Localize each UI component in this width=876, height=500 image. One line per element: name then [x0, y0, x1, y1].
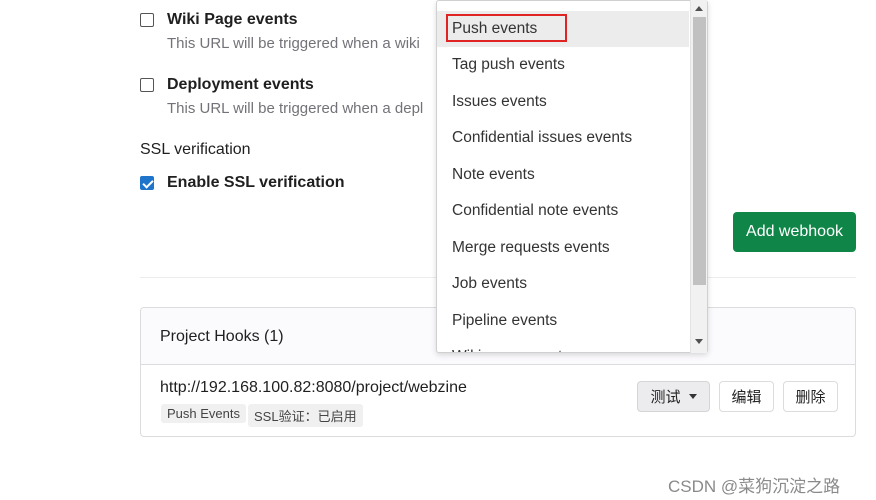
delete-hook-button[interactable]: 删除 [783, 381, 838, 412]
test-button-label: 测试 [650, 389, 681, 406]
dropdown-option-issues-events[interactable]: Issues events [437, 84, 689, 120]
dropdown-option-note-events[interactable]: Note events [437, 157, 689, 193]
wiki-page-events-label: Wiki Page events [167, 11, 298, 28]
ssl-verification-heading: SSL verification [140, 141, 251, 158]
dropdown-option-job-events[interactable]: Job events [437, 266, 689, 302]
deployment-events-checkbox[interactable] [140, 78, 154, 92]
wiki-page-events-help: This URL will be triggered when a wiki [167, 35, 420, 52]
enable-ssl-label: Enable SSL verification [167, 174, 345, 191]
deployment-events-help: This URL will be triggered when a depl [167, 100, 424, 117]
scroll-up-arrow-icon[interactable] [695, 6, 703, 11]
dropdown-option-confidential-issues-events[interactable]: Confidential issues events [437, 120, 689, 156]
enable-ssl-checkbox[interactable] [140, 176, 154, 190]
hook-url: http://192.168.100.82:8080/project/webzi… [160, 379, 467, 396]
push-events-badge: Push Events [161, 404, 246, 423]
add-webhook-button[interactable]: Add webhook [733, 212, 856, 252]
wiki-page-events-checkbox[interactable] [140, 13, 154, 27]
edit-hook-button[interactable]: 编辑 [719, 381, 774, 412]
dropdown-option-merge-requests-events[interactable]: Merge requests events [437, 230, 689, 266]
ssl-enabled-badge: SSL验证：已启用 [248, 404, 363, 427]
dropdown-option-pipeline-events[interactable]: Pipeline events [437, 303, 689, 339]
dropdown-option-tag-push-events[interactable]: Tag push events [437, 47, 689, 83]
dropdown-option-wiki-page-events[interactable]: Wiki page events [437, 339, 689, 352]
hook-row: http://192.168.100.82:8080/project/webzi… [141, 366, 855, 436]
deployment-events-label: Deployment events [167, 76, 314, 93]
dropdown-option-push-events[interactable]: Push events [437, 11, 689, 47]
scrollbar-thumb[interactable] [693, 17, 706, 285]
dropdown-scrollbar[interactable] [690, 0, 707, 353]
event-type-dropdown[interactable]: Push events Tag push events Issues event… [436, 0, 708, 353]
watermark: CSDN @菜狗沉淀之路 [668, 477, 841, 496]
project-hooks-title: Project Hooks (1) [160, 328, 284, 345]
chevron-down-icon [688, 394, 697, 399]
scroll-down-arrow-icon[interactable] [695, 339, 703, 344]
dropdown-option-confidential-note-events[interactable]: Confidential note events [437, 193, 689, 229]
test-dropdown-button[interactable]: 测试 [637, 381, 710, 412]
